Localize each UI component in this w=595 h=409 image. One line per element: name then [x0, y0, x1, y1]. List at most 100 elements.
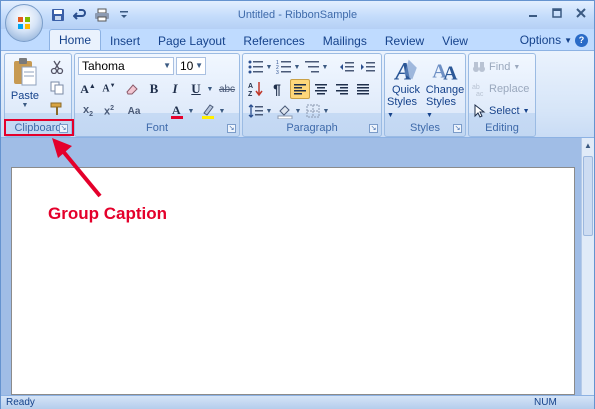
copy-button[interactable] [47, 78, 67, 98]
copy-icon [50, 81, 64, 95]
find-label: Find [489, 61, 511, 73]
grow-font-button[interactable]: A▲ [78, 79, 98, 99]
scroll-thumb[interactable] [583, 156, 593, 236]
highlighter-icon [202, 104, 214, 119]
window-title: Untitled - RibbonSample [237, 9, 358, 21]
group-editing: Find ▼ ab ac Replace Select ▼ Editing [468, 53, 536, 137]
group-caption-highlight [4, 119, 74, 136]
align-center-icon [315, 84, 327, 95]
paste-button[interactable]: Paste ▼ [9, 57, 41, 117]
highlight-dropdown[interactable]: ▼ [218, 101, 226, 121]
borders-dropdown[interactable]: ▼ [322, 101, 330, 121]
strikethrough-button[interactable]: abc [216, 79, 238, 99]
borders-button[interactable] [303, 101, 323, 121]
office-logo-icon [18, 17, 30, 29]
close-icon[interactable] [572, 5, 590, 21]
find-button[interactable]: Find ▼ [472, 57, 520, 77]
pilcrow-icon: ¶ [273, 81, 281, 97]
tab-home[interactable]: Home [49, 29, 102, 51]
styles-launcher-icon[interactable]: ↘ [453, 124, 462, 133]
change-styles-button[interactable]: AA Change Styles ▼ [426, 56, 465, 120]
quick-styles-label-2-wrap: Styles ▼ [387, 96, 425, 120]
help-icon[interactable]: ? [575, 33, 588, 47]
svg-text:3: 3 [276, 70, 279, 74]
clear-formatting-button[interactable] [122, 79, 142, 99]
multilevel-list-button[interactable] [302, 57, 322, 77]
change-styles-label-2: Styles [426, 96, 456, 108]
tab-review[interactable]: Review [376, 31, 433, 51]
align-center-button[interactable] [311, 79, 331, 99]
group-font: Tahoma ▼ 10 ▼ A▲ A▼ B I U ▼ abc x2 x2 Aa… [74, 53, 240, 137]
eraser-icon [126, 84, 138, 95]
group-styles: A Quick Styles ▼ AA Change Styles ▼ Styl… [384, 53, 466, 137]
group-caption-paragraph: Paragraph [286, 122, 338, 134]
shading-button[interactable] [275, 101, 295, 121]
tab-insert[interactable]: Insert [101, 31, 149, 51]
quick-styles-button[interactable]: A Quick Styles ▼ [387, 56, 425, 120]
bold-button[interactable]: B [144, 79, 164, 99]
document-page[interactable] [11, 167, 575, 395]
chevron-down-icon: ▼ [163, 61, 171, 70]
tab-page-layout[interactable]: Page Layout [149, 31, 234, 51]
font-launcher-icon[interactable]: ↘ [227, 124, 236, 133]
scroll-up-icon[interactable]: ▲ [583, 140, 593, 152]
line-spacing-dropdown[interactable]: ▼ [265, 101, 273, 121]
shrink-font-button[interactable]: A▼ [99, 79, 119, 99]
show-hide-button[interactable]: ¶ [267, 79, 287, 99]
svg-text:A: A [248, 83, 253, 90]
font-color-dropdown[interactable]: ▼ [187, 101, 195, 121]
replace-icon: abac [472, 84, 484, 96]
quick-styles-icon: A [393, 58, 417, 83]
underline-button[interactable]: U [186, 79, 206, 99]
minimize-icon[interactable] [524, 5, 542, 21]
format-painter-button[interactable] [47, 99, 67, 119]
chevron-down-icon: ▼ [387, 112, 394, 119]
subscript-button[interactable]: x2 [78, 101, 98, 121]
change-case-icon: Aa [127, 105, 141, 117]
align-right-button[interactable] [332, 79, 352, 99]
justify-button[interactable] [353, 79, 373, 99]
shading-icon [277, 105, 293, 119]
numbering-button[interactable]: 123 [274, 57, 294, 77]
highlight-button[interactable] [198, 101, 218, 121]
bold-icon: B [149, 81, 159, 96]
superscript-button[interactable]: x2 [99, 101, 119, 121]
group-caption-font: Font [145, 122, 168, 134]
change-styles-label-2-wrap: Styles ▼ [426, 96, 464, 120]
bullets-button[interactable] [246, 57, 266, 77]
change-styles-icon: AA [432, 61, 458, 83]
underline-dropdown[interactable]: ▼ [206, 79, 214, 99]
increase-indent-button[interactable] [358, 57, 378, 77]
tab-view[interactable]: View [433, 31, 477, 51]
maximize-icon[interactable] [548, 5, 566, 21]
italic-button[interactable]: I [165, 79, 185, 99]
font-name-combo[interactable]: Tahoma ▼ [78, 57, 174, 75]
tab-references[interactable]: References [234, 31, 313, 51]
replace-button[interactable]: ab ac Replace [472, 79, 529, 99]
bullets-dropdown[interactable]: ▼ [265, 57, 273, 77]
align-left-button[interactable] [290, 79, 310, 99]
scissors-icon [50, 60, 64, 74]
group-paragraph: ▼ 123 ▼ ▼ AZ ¶ ▼ ▼ ▼ Paragraph ↘ [242, 53, 382, 137]
select-button[interactable]: Select ▼ [472, 101, 530, 121]
font-color-button[interactable]: A [167, 101, 187, 121]
quick-styles-label-2: Styles [387, 96, 417, 108]
multilevel-dropdown[interactable]: ▼ [321, 57, 329, 77]
cut-button[interactable] [47, 57, 67, 77]
vertical-scrollbar[interactable]: ▲ [581, 138, 594, 395]
shading-dropdown[interactable]: ▼ [294, 101, 302, 121]
sort-button[interactable]: AZ [246, 79, 266, 99]
font-size-combo[interactable]: 10 ▼ [176, 57, 206, 75]
align-left-icon [294, 84, 306, 95]
decrease-indent-button[interactable] [337, 57, 357, 77]
justify-icon [357, 84, 369, 95]
group-caption-editing: Editing [485, 122, 519, 134]
tab-mailings[interactable]: Mailings [314, 31, 376, 51]
numbering-dropdown[interactable]: ▼ [293, 57, 301, 77]
paragraph-launcher-icon[interactable]: ↘ [369, 124, 378, 133]
change-case-button[interactable]: Aa [122, 101, 146, 121]
italic-icon: I [172, 81, 178, 96]
options-menu[interactable]: Options ▼ ? [520, 33, 588, 47]
office-button[interactable] [5, 4, 43, 42]
line-spacing-button[interactable] [246, 101, 266, 121]
